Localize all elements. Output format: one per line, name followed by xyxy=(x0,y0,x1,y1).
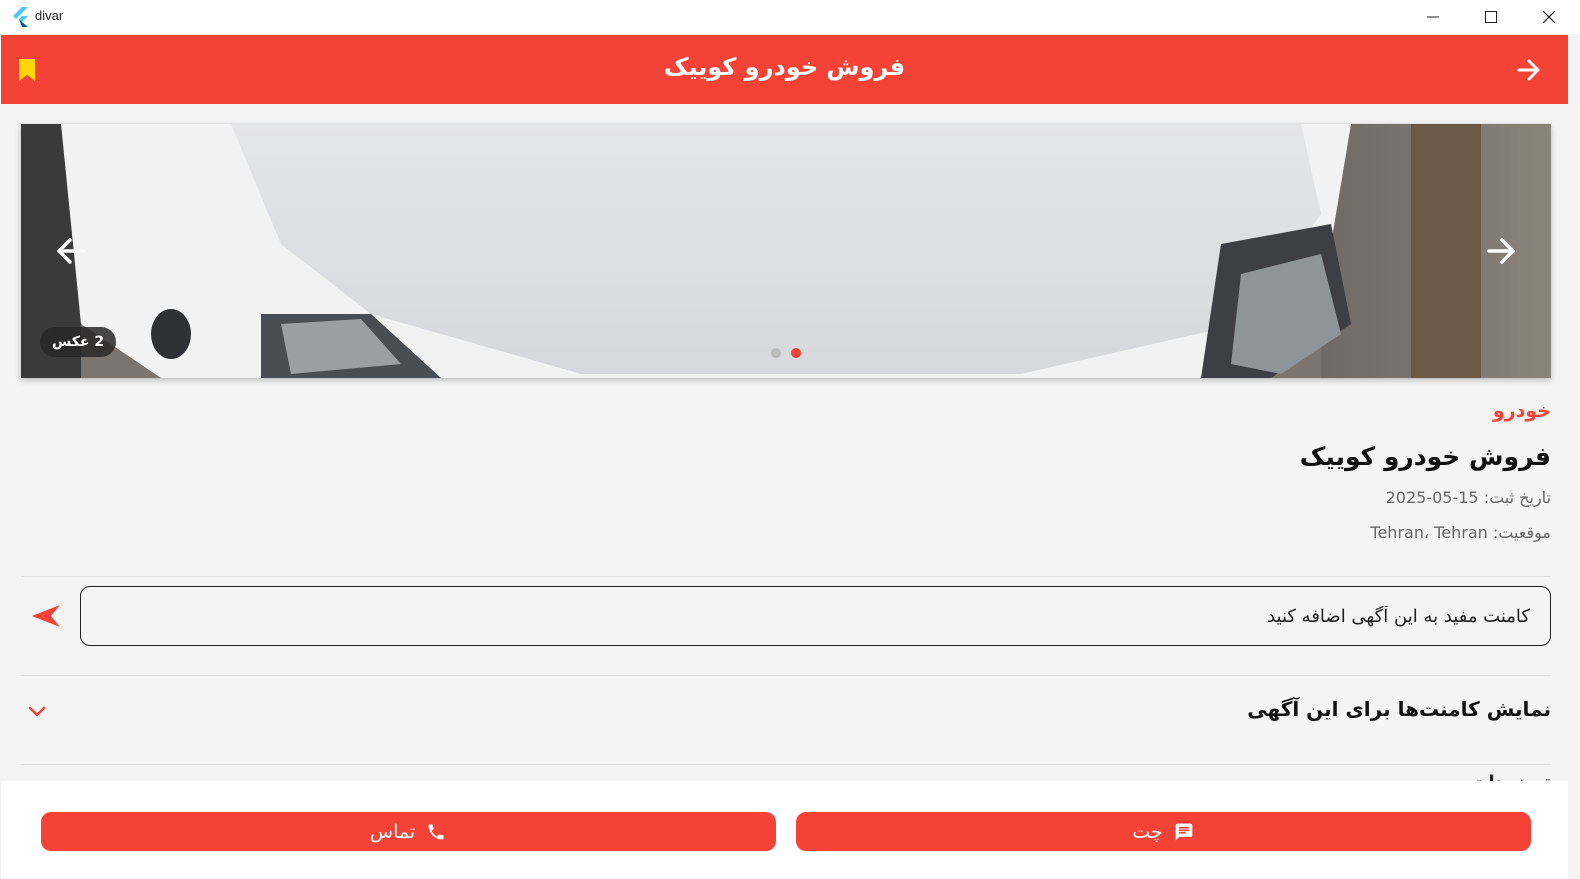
divider xyxy=(21,675,1551,676)
show-comments-label: نمایش کامنت‌ها برای این آگهی xyxy=(1247,697,1551,721)
bottom-action-bar: تماس چت xyxy=(1,781,1568,879)
close-button[interactable] xyxy=(1520,0,1578,34)
chat-button-label: چت xyxy=(1132,820,1163,843)
comment-input[interactable] xyxy=(80,586,1551,646)
back-button[interactable] xyxy=(1509,55,1549,85)
ad-title: فروش خودرو کوییک xyxy=(1299,442,1551,471)
app-name: divar xyxy=(35,8,64,23)
ad-category[interactable]: خودرو xyxy=(1493,400,1551,422)
close-icon xyxy=(1543,11,1555,23)
bookmark-icon xyxy=(19,59,35,81)
divider xyxy=(21,764,1551,765)
carousel-next-button[interactable] xyxy=(1481,231,1521,271)
minimize-button[interactable] xyxy=(1404,0,1462,34)
arrow-right-icon xyxy=(1487,238,1515,264)
carousel-dot-active[interactable] xyxy=(791,348,801,358)
maximize-button[interactable] xyxy=(1462,0,1520,34)
chevron-down-icon xyxy=(25,700,49,724)
divider xyxy=(21,576,1551,577)
call-button-label: تماس xyxy=(369,820,416,843)
page-title: فروش خودرو کوییک xyxy=(663,53,906,81)
arrow-left-icon xyxy=(57,238,85,264)
carousel-prev-button[interactable] xyxy=(51,231,91,271)
send-icon xyxy=(32,605,60,627)
photo-count-badge: 2 عکس xyxy=(40,327,117,357)
bookmark-button[interactable] xyxy=(11,55,43,85)
window-titlebar: divar xyxy=(0,0,1580,34)
chat-button[interactable]: چت xyxy=(796,812,1531,851)
arrow-right-icon xyxy=(1517,59,1540,81)
image-carousel[interactable]: 2 عکس xyxy=(21,124,1551,378)
app-bar: فروش خودرو کوییک xyxy=(1,35,1568,104)
chat-icon xyxy=(1173,821,1195,843)
carousel-dot[interactable] xyxy=(771,348,781,358)
send-comment-button[interactable] xyxy=(29,600,63,632)
maximize-icon xyxy=(1485,11,1497,23)
minimize-icon xyxy=(1427,16,1439,18)
show-comments-toggle[interactable]: نمایش کامنت‌ها برای این آگهی xyxy=(21,686,1551,736)
phone-icon xyxy=(425,821,447,843)
flutter-logo-icon xyxy=(13,7,28,27)
ad-location: موقعیت: Tehran، Tehran xyxy=(1370,523,1551,542)
call-button[interactable]: تماس xyxy=(41,812,776,851)
ad-date: تاریخ ثبت: 15-05-2025 xyxy=(1385,488,1551,507)
car-photo xyxy=(21,124,1551,378)
